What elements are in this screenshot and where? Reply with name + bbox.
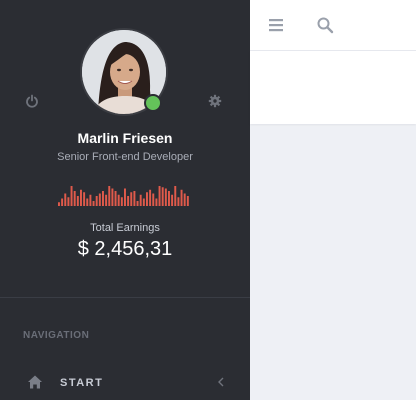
- sparkline-bar: [180, 189, 183, 206]
- sparkline-bar: [124, 188, 126, 206]
- sparkline-bar: [117, 194, 120, 206]
- sparkline-bar: [136, 201, 139, 206]
- sparkline-bar: [171, 194, 174, 206]
- sparkline-bar: [174, 186, 177, 206]
- earnings-value: $ 2,456,31: [77, 238, 173, 260]
- nav-item-label: START: [60, 377, 104, 389]
- content-panel: [250, 51, 416, 124]
- home-icon: [28, 375, 42, 389]
- sparkline-bar: [183, 193, 186, 206]
- sparkline-bar: [130, 192, 133, 206]
- sparkline-bar: [70, 186, 73, 206]
- sparkline-bar: [83, 192, 86, 206]
- sparkline-bar: [164, 188, 167, 206]
- sparkline-bar: [61, 198, 64, 206]
- gear-icon[interactable]: [208, 94, 222, 108]
- sparkline-bar: [146, 192, 148, 206]
- profile-name: Marlin Friesen: [77, 130, 173, 146]
- sparkline-bar: [86, 198, 89, 206]
- earnings-label: Total Earnings: [90, 222, 160, 234]
- sidebar-divider: [0, 297, 250, 298]
- power-icon[interactable]: [25, 94, 39, 108]
- sparkline-bar: [142, 198, 145, 206]
- sparkline-bar: [168, 191, 170, 206]
- sparkline-bar: [155, 198, 158, 206]
- sidebar: Marlin Friesen Senior Front-end Develope…: [0, 0, 250, 400]
- main-area: [250, 0, 416, 400]
- sparkline-bar: [89, 194, 92, 206]
- sparkline-bar: [92, 201, 95, 206]
- sparkline-bar: [133, 191, 136, 206]
- nav-item-start[interactable]: START: [0, 368, 250, 396]
- sparkline-bar: [67, 197, 70, 206]
- sparkline-bar: [127, 196, 130, 206]
- profile-role: Senior Front-end Developer: [57, 151, 193, 163]
- sparkline-bar: [105, 194, 108, 206]
- online-status-dot: [144, 94, 162, 112]
- sparkline-bar: [73, 191, 76, 206]
- sparkline-bar: [186, 196, 189, 206]
- nav-heading: NAVIGATION: [23, 330, 90, 341]
- search-icon[interactable]: [316, 16, 334, 34]
- chevron-left-icon: [218, 377, 224, 387]
- sparkline-bar: [120, 197, 123, 206]
- sparkline-bar: [152, 193, 155, 206]
- sparkline-bar: [64, 193, 67, 206]
- sparkline-bar: [76, 196, 79, 206]
- sparkline-bar: [114, 191, 117, 206]
- sparkline-bar: [139, 194, 142, 206]
- sparkline-bar: [111, 188, 114, 206]
- avatar-container: [82, 30, 166, 114]
- sparkline-bar: [149, 189, 152, 206]
- earnings-sparkline: [58, 186, 189, 206]
- sparkline-bar: [161, 187, 164, 206]
- sparkline-bar: [177, 197, 180, 206]
- topbar: [250, 0, 416, 51]
- sparkline-bar: [98, 193, 101, 206]
- sparkline-bar: [58, 202, 60, 206]
- sparkline-bar: [158, 186, 161, 206]
- sparkline-bar: [95, 196, 98, 206]
- sparkline-bar: [80, 189, 82, 206]
- sparkline-bar: [108, 186, 111, 206]
- menu-icon[interactable]: [267, 16, 285, 34]
- sparkline-bar: [102, 191, 104, 206]
